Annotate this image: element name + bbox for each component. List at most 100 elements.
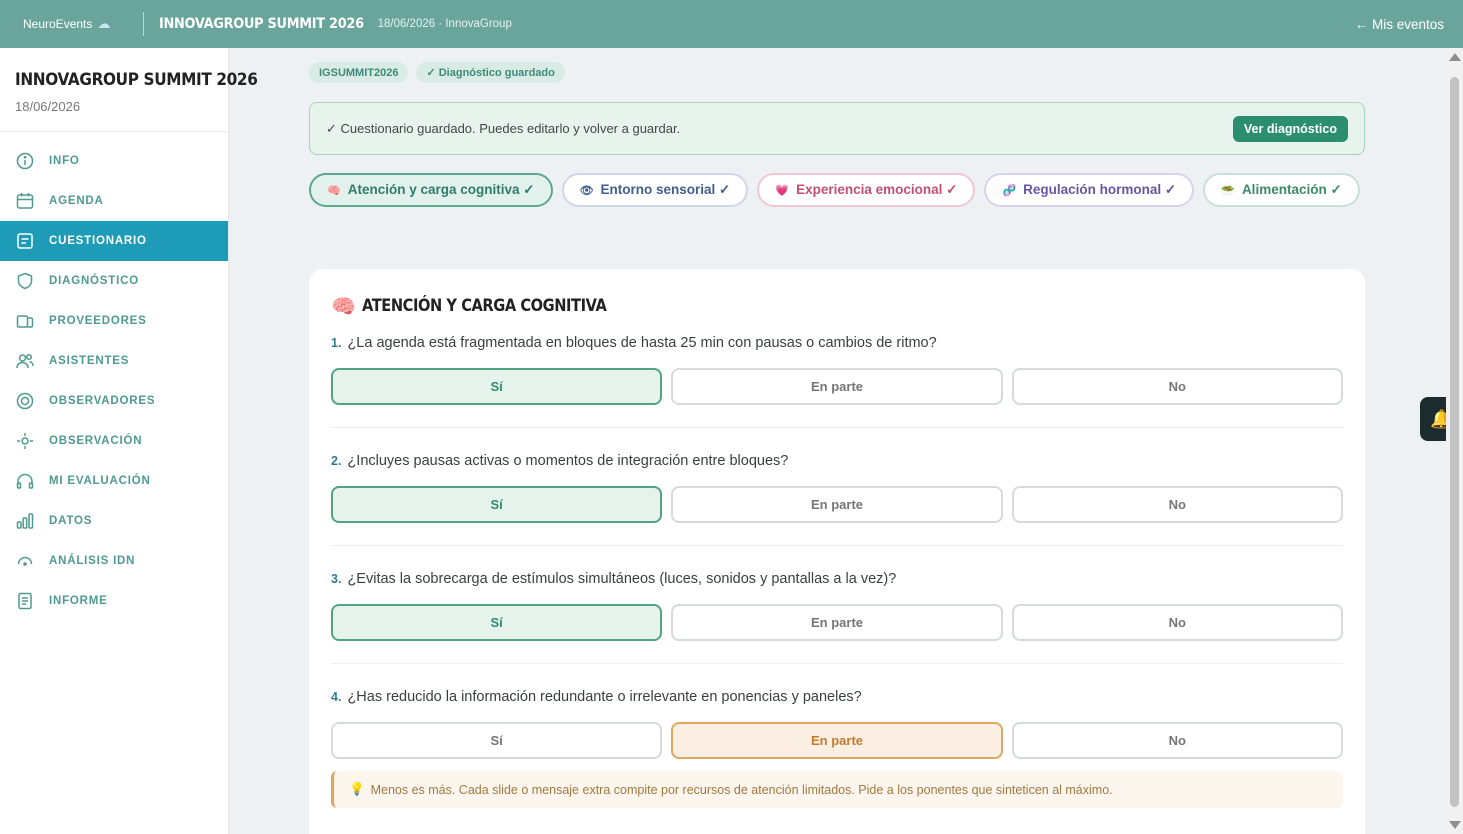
event-title: INNOVAGROUP SUMMIT 2026 [159, 16, 364, 32]
questionnaire-card: 🧠 ATENCIÓN Y CARGA COGNITIVA 1. ¿La agen… [309, 269, 1365, 834]
tab-regulacion-hormonal[interactable]: 🧬 Regulación hormonal ✓ [984, 173, 1195, 207]
top-bar: NeuroEvents ☁ INNOVAGROUP SUMMIT 2026 18… [0, 0, 1463, 48]
lightbulb-icon: 💡 [349, 782, 365, 796]
sidebar-item-agenda[interactable]: AGENDA [0, 181, 228, 221]
sidebar-item-cuestionario[interactable]: CUESTIONARIO [0, 221, 228, 261]
tab-experiencia-emocional[interactable]: 💗 Experiencia emocional ✓ [757, 173, 976, 207]
tab-entorno-sensorial[interactable]: 👁 Entorno sensorial ✓ [561, 173, 749, 207]
tab-label: Entorno sensorial ✓ [600, 182, 731, 197]
sidebar-item-label: OBSERVADORES [49, 395, 156, 407]
answer-yes-button[interactable]: Sí [331, 604, 663, 641]
answer-yes-button[interactable]: Sí [331, 368, 663, 405]
question-text: ¿Evitas la sobrecarga de estímulos simul… [347, 571, 897, 587]
saved-status-badge: ✓ Diagnóstico guardado [416, 62, 565, 83]
gauge-icon [15, 551, 35, 571]
calendar-icon [15, 191, 35, 211]
question-text: ¿Has reducido la información redundante … [347, 689, 862, 705]
tab-label: Experiencia emocional ✓ [796, 182, 958, 197]
answer-no-button[interactable]: No [1011, 486, 1343, 523]
question-item: 1. ¿La agenda está fragmentada en bloque… [331, 333, 1343, 428]
category-tabs: 🧠 Atención y carga cognitiva ✓ 👁 Entorno… [309, 173, 1369, 207]
scroll-up-arrow[interactable] [1449, 53, 1461, 61]
scroll-down-arrow[interactable] [1449, 821, 1461, 829]
brain-icon: ☁ [97, 16, 111, 31]
cards-icon [15, 311, 35, 331]
answer-yes-button[interactable]: Sí [331, 722, 663, 759]
salad-icon: 🥗 [1221, 184, 1235, 197]
sidebar-nav: INFO AGENDA CUESTIONARIO DIAGNÓSTICO PRO… [0, 141, 228, 621]
sidebar-item-diagnostico[interactable]: DIAGNÓSTICO [0, 261, 228, 301]
answer-partial-button[interactable]: En parte [671, 722, 1003, 759]
eye-icon: 👁 [579, 184, 594, 197]
sidebar-item-label: ASISTENTES [49, 355, 130, 367]
dna-icon: 🧬 [1002, 184, 1017, 197]
tab-atencion[interactable]: 🧠 Atención y carga cognitiva ✓ [309, 173, 553, 207]
sidebar-item-observadores[interactable]: OBSERVADORES [0, 381, 228, 421]
sidebar: INNOVAGROUP SUMMIT 2026 18/06/2026 INFO … [0, 48, 258, 834]
event-subtitle: 18/06/2026 · InnovaGroup [377, 18, 512, 30]
question-item: 3. ¿Evitas la sobrecarga de estímulos si… [331, 569, 1343, 664]
brand-name: NeuroEvents [23, 17, 93, 31]
document-icon [15, 591, 35, 611]
sidebar-item-label: CUESTIONARIO [49, 235, 147, 247]
sidebar-item-info[interactable]: INFO [0, 141, 228, 181]
sidebar-item-asistentes[interactable]: ASISTENTES [0, 341, 228, 381]
section-title: ATENCIÓN Y CARGA COGNITIVA [361, 296, 607, 316]
form-icon [15, 231, 35, 251]
tab-label: Regulación hormonal ✓ [1023, 182, 1177, 197]
answer-no-button[interactable]: No [1011, 368, 1343, 405]
bar-chart-icon [15, 511, 35, 531]
tab-label: Alimentación ✓ [1241, 182, 1342, 197]
answer-partial-button[interactable]: En parte [671, 486, 1003, 523]
answer-yes-button[interactable]: Sí [331, 486, 663, 523]
answer-no-button[interactable]: No [1011, 722, 1343, 759]
sidebar-item-datos[interactable]: DATOS [0, 501, 228, 541]
sidebar-item-proveedores[interactable]: PROVEEDORES [0, 301, 228, 341]
status-chips: IGSUMMIT2026 ✓ Diagnóstico guardado [309, 62, 565, 83]
sidebar-item-label: ANÁLISIS IDN [49, 555, 136, 567]
sidebar-item-informe[interactable]: INFORME [0, 581, 228, 621]
answer-options: Sí En parte No [331, 604, 1343, 641]
tab-alimentacion[interactable]: 🥗 Alimentación ✓ [1203, 173, 1360, 207]
question-item: 2. ¿Incluyes pausas activas o momentos d… [331, 451, 1343, 546]
users-icon [15, 351, 35, 371]
section-header: 🧠 ATENCIÓN Y CARGA COGNITIVA [331, 293, 1343, 319]
heart-icon: 💗 [775, 184, 790, 197]
saved-banner-text: ✓ Cuestionario guardado. Puedes editarlo… [326, 120, 681, 136]
question-number: 3. [331, 572, 342, 586]
scroll-thumb[interactable] [1450, 77, 1459, 807]
my-events-link[interactable]: ← Mis eventos [1355, 17, 1444, 32]
question-number: 2. [331, 454, 342, 468]
brain-icon: 🧠 [327, 184, 341, 197]
divider [143, 12, 144, 36]
crosshair-icon [15, 431, 35, 451]
main-content: IGSUMMIT2026 ✓ Diagnóstico guardado ✓ Cu… [229, 48, 1446, 834]
sidebar-item-analisis-idn[interactable]: ANÁLISIS IDN [0, 541, 228, 581]
view-diagnosis-button[interactable]: Ver diagnóstico [1232, 115, 1348, 142]
scrollbar[interactable] [1446, 48, 1463, 834]
sidebar-item-label: AGENDA [49, 195, 104, 207]
target-icon [15, 391, 35, 411]
sidebar-event-date: 18/06/2026 [15, 99, 81, 114]
answer-no-button[interactable]: No [1011, 604, 1343, 641]
brain-icon: 🧠 [331, 295, 356, 318]
sidebar-item-mi-evaluacion[interactable]: MI EVALUACIÓN [0, 461, 228, 501]
sidebar-item-label: OBSERVACIÓN [49, 435, 143, 447]
question-number: 4. [331, 690, 342, 704]
sidebar-item-label: MI EVALUACIÓN [49, 475, 151, 487]
brand-logo[interactable]: NeuroEvents ☁ [0, 16, 143, 32]
sidebar-item-observacion[interactable]: OBSERVACIÓN [0, 421, 228, 461]
answer-partial-button[interactable]: En parte [671, 604, 1003, 641]
answer-options: Sí En parte No [331, 722, 1343, 759]
answer-options: Sí En parte No [331, 486, 1343, 523]
answer-partial-button[interactable]: En parte [671, 368, 1003, 405]
answer-options: Sí En parte No [331, 368, 1343, 405]
question-number: 1. [331, 336, 342, 350]
info-icon [15, 151, 35, 171]
sidebar-item-label: DIAGNÓSTICO [49, 275, 139, 287]
sidebar-item-label: DATOS [49, 515, 93, 527]
sidebar-item-label: PROVEEDORES [49, 315, 147, 327]
sidebar-item-label: INFORME [49, 595, 108, 607]
headphones-icon [15, 471, 35, 491]
sidebar-event-title: INNOVAGROUP SUMMIT 2026 [15, 70, 258, 90]
